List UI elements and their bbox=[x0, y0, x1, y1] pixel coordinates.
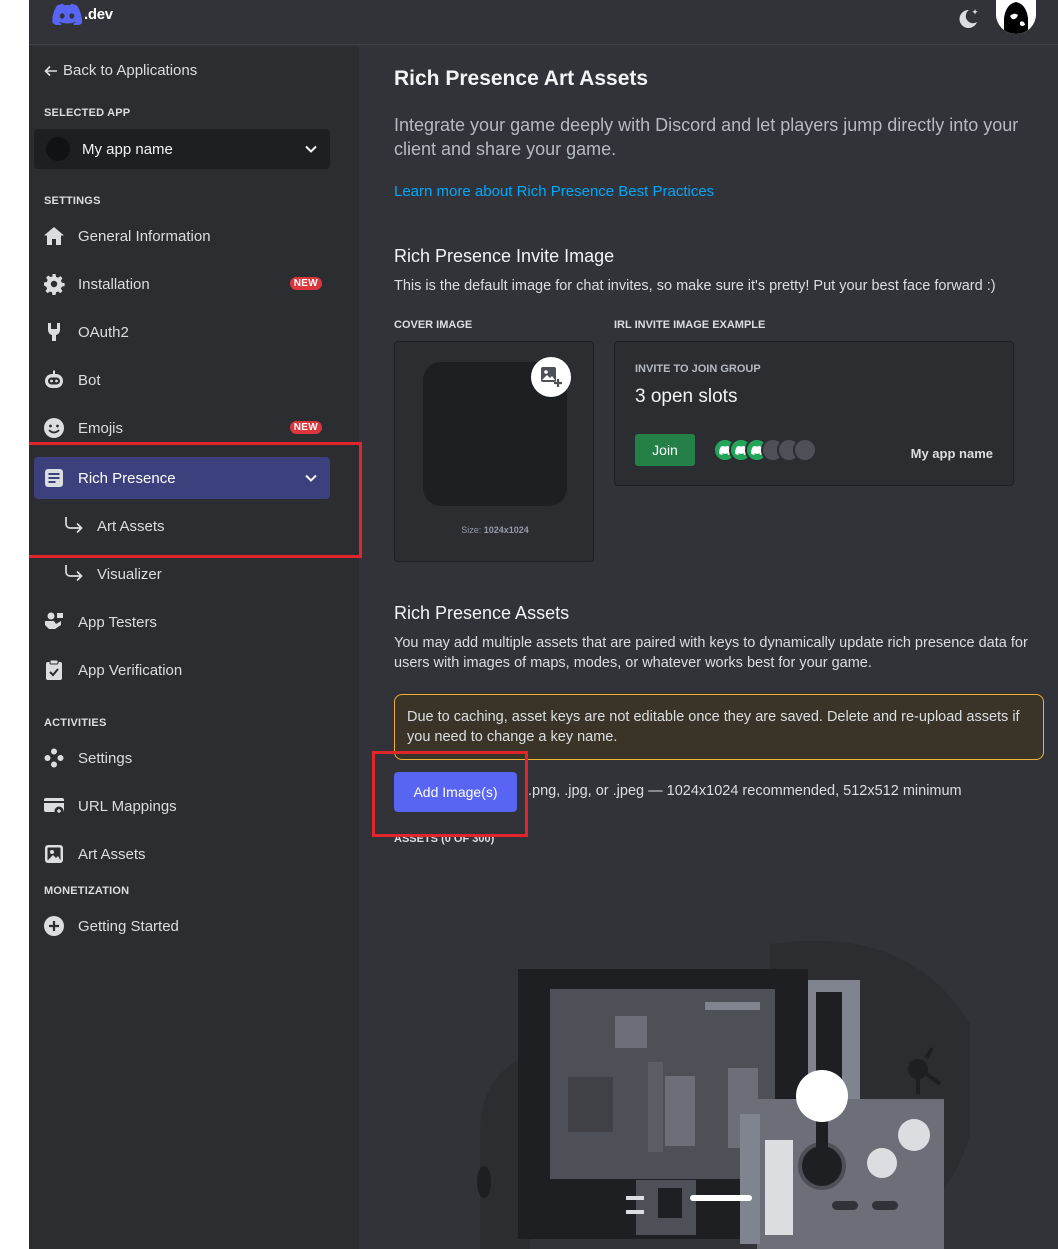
selected-app-label: SELECTED APP bbox=[44, 107, 131, 119]
invite-card-app-name: My app name bbox=[910, 446, 993, 461]
monetization-section-label: MONETIZATION bbox=[44, 885, 130, 897]
link-card-icon bbox=[42, 794, 66, 818]
sidebar-item-label: Rich Presence bbox=[78, 469, 176, 487]
sidebar-item-label: Getting Started bbox=[78, 917, 179, 935]
settings-section-label: SETTINGS bbox=[44, 195, 101, 207]
user-flag-icon bbox=[42, 610, 66, 634]
selected-app-name: My app name bbox=[82, 140, 173, 158]
avatar-silhouette-icon bbox=[996, 0, 1036, 34]
sidebar-item-activities-settings[interactable]: Settings bbox=[34, 737, 330, 779]
sidebar-item-general-information[interactable]: General Information bbox=[34, 215, 330, 257]
assets-title: Rich Presence Assets bbox=[394, 603, 570, 623]
subitem-arrow-icon bbox=[65, 517, 83, 534]
sidebar-item-label: General Information bbox=[78, 227, 211, 245]
caching-warning: Due to caching, asset keys are not edita… bbox=[394, 694, 1044, 760]
assets-count-label: ASSETS (0 OF 300) bbox=[394, 833, 495, 845]
home-icon bbox=[42, 224, 66, 248]
sidebar-subitem-label: Art Assets bbox=[97, 517, 165, 535]
sidebar-subitem-art-assets[interactable]: Art Assets bbox=[59, 506, 329, 546]
cover-size-value: 1024x1024 bbox=[483, 525, 529, 535]
robot-icon bbox=[42, 368, 66, 392]
sidebar-item-app-testers[interactable]: App Testers bbox=[34, 601, 330, 643]
chevron-down-icon bbox=[305, 474, 317, 482]
discord-logo-icon bbox=[52, 3, 82, 25]
sidebar-item-installation[interactable]: Installation NEW bbox=[34, 263, 330, 305]
cover-image-uploader[interactable]: Size: 1024x1024 bbox=[394, 341, 594, 562]
activities-section-label: ACTIVITIES bbox=[44, 717, 107, 729]
app-window: .dev Back to Applications SELECTED APP M… bbox=[29, 0, 1058, 1249]
sidebar-subitem-visualizer[interactable]: Visualizer bbox=[59, 554, 329, 594]
sidebar-item-emojis[interactable]: Emojis NEW bbox=[34, 407, 330, 449]
plus-circle-icon bbox=[42, 914, 66, 938]
chevron-down-icon bbox=[305, 145, 317, 153]
back-to-applications-link[interactable]: Back to Applications bbox=[44, 62, 197, 79]
main-content: Rich Presence Art Assets Integrate your … bbox=[394, 46, 1058, 1249]
sidebar-item-label: URL Mappings bbox=[78, 797, 177, 815]
sidebar-item-label: App Testers bbox=[78, 613, 157, 631]
invite-image-title: Rich Presence Invite Image bbox=[394, 246, 615, 266]
back-link-label: Back to Applications bbox=[63, 62, 198, 79]
wrench-icon bbox=[42, 320, 66, 344]
sidebar-item-label: Installation bbox=[78, 275, 150, 293]
clipboard-check-icon bbox=[42, 658, 66, 682]
sidebar-item-oauth2[interactable]: OAuth2 bbox=[34, 311, 330, 353]
sidebar-item-label: App Verification bbox=[78, 661, 183, 679]
invite-card-title: INVITE TO JOIN GROUP bbox=[635, 363, 761, 375]
image-icon bbox=[42, 842, 66, 866]
list-icon bbox=[42, 466, 66, 490]
add-image-icon[interactable] bbox=[531, 357, 571, 397]
subitem-arrow-icon bbox=[65, 565, 83, 582]
gamepad-icon bbox=[42, 746, 66, 770]
discord-dev-logo[interactable]: .dev bbox=[52, 3, 113, 25]
sidebar-item-bot[interactable]: Bot bbox=[34, 359, 330, 401]
upload-format-hint: .png, .jpg, or .jpeg — 1024x1024 recomme… bbox=[528, 783, 962, 799]
sidebar-item-url-mappings[interactable]: URL Mappings bbox=[34, 785, 330, 827]
invite-card-slots: 3 open slots bbox=[635, 386, 738, 407]
sidebar-item-rich-presence[interactable]: Rich Presence bbox=[34, 457, 330, 499]
new-badge: NEW bbox=[289, 421, 322, 434]
assets-description: You may add multiple assets that are pai… bbox=[394, 635, 1028, 671]
sidebar-item-label: OAuth2 bbox=[78, 323, 129, 341]
sidebar-item-label: Bot bbox=[78, 371, 101, 389]
page-lead: Integrate your game deeply with Discord … bbox=[394, 115, 1019, 159]
join-button[interactable]: Join bbox=[635, 434, 695, 466]
party-members bbox=[713, 438, 817, 462]
arrow-left-icon bbox=[44, 65, 57, 76]
invite-image-description: This is the default image for chat invit… bbox=[394, 278, 996, 294]
app-selector-dropdown[interactable]: My app name bbox=[34, 129, 330, 169]
cover-size-prefix: Size: bbox=[461, 525, 484, 535]
sidebar-subitem-label: Visualizer bbox=[97, 565, 162, 583]
logo-text: .dev bbox=[84, 5, 113, 23]
user-avatar[interactable] bbox=[996, 0, 1036, 34]
gear-icon bbox=[42, 272, 66, 296]
sidebar-item-getting-started[interactable]: Getting Started bbox=[34, 905, 330, 947]
moon-stars-icon[interactable] bbox=[955, 5, 981, 31]
sidebar-item-activities-art-assets[interactable]: Art Assets bbox=[34, 833, 330, 875]
sidebar-item-label: Art Assets bbox=[78, 845, 146, 863]
learn-more-link[interactable]: Learn more about Rich Presence Best Prac… bbox=[394, 183, 714, 200]
sidebar-item-label: Settings bbox=[78, 749, 133, 767]
irl-invite-example-label: IRL INVITE IMAGE EXAMPLE bbox=[614, 319, 766, 331]
party-slot-empty bbox=[793, 438, 817, 462]
sidebar-item-label: Emojis bbox=[78, 419, 124, 437]
add-images-button[interactable]: Add Image(s) bbox=[394, 772, 517, 812]
cover-image-label: COVER IMAGE bbox=[394, 319, 473, 331]
invite-example-card: INVITE TO JOIN GROUP 3 open slots Join M… bbox=[614, 341, 1014, 486]
top-bar: .dev bbox=[29, 0, 1058, 45]
cover-size-text: Size: 1024x1024 bbox=[395, 525, 595, 535]
empty-state-illustration bbox=[477, 940, 970, 1249]
page-title: Rich Presence Art Assets bbox=[394, 67, 649, 90]
sidebar: Back to Applications SELECTED APP My app… bbox=[29, 46, 359, 1249]
smile-icon bbox=[42, 416, 66, 440]
sidebar-item-app-verification[interactable]: App Verification bbox=[34, 649, 330, 691]
app-avatar bbox=[46, 137, 70, 161]
new-badge: NEW bbox=[289, 277, 322, 290]
